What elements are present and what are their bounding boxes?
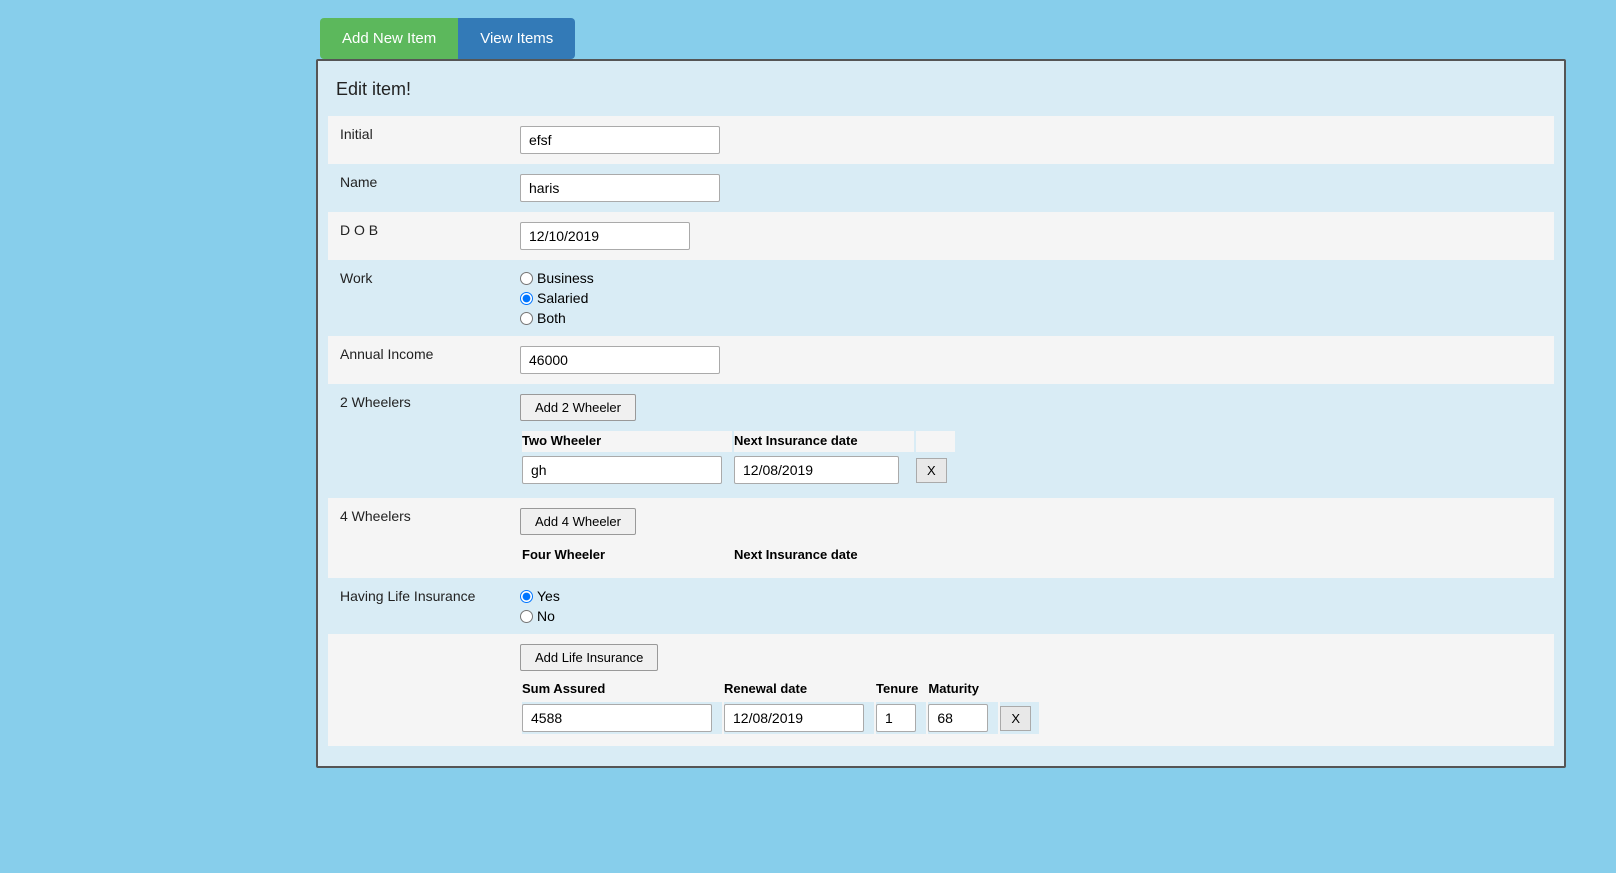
maturity-col-label: Maturity <box>928 679 998 700</box>
work-radio-both[interactable] <box>520 312 533 325</box>
renewal-date-input[interactable] <box>724 704 864 732</box>
add-two-wheeler-button[interactable]: Add 2 Wheeler <box>520 394 636 421</box>
work-option-salaried[interactable]: Salaried <box>520 290 1542 306</box>
initial-label: Initial <box>328 116 508 164</box>
tenure-col-label: Tenure <box>876 679 926 700</box>
life-ins-yes-option[interactable]: Yes <box>520 588 1542 604</box>
life-ins-label: Having Life Insurance <box>328 578 508 634</box>
name-input[interactable] <box>520 174 720 202</box>
add-four-wheeler-button[interactable]: Add 4 Wheeler <box>520 508 636 535</box>
remove-life-ins-button[interactable]: X <box>1000 706 1031 731</box>
life-ins-no-label: No <box>537 608 555 624</box>
sum-assured-col-label: Sum Assured <box>522 679 722 700</box>
life-ins-no-option[interactable]: No <box>520 608 1542 624</box>
two-wheeler-name-input[interactable] <box>522 456 722 484</box>
annual-income-input[interactable] <box>520 346 720 374</box>
next-ins-date-col-label: Next Insurance date <box>734 431 914 452</box>
tenure-input[interactable] <box>876 704 916 732</box>
dob-label: D O B <box>328 212 508 260</box>
four-wheeler-next-ins-label: Next Insurance date <box>734 545 914 566</box>
life-ins-yes-label: Yes <box>537 588 560 604</box>
two-wheeler-row: X <box>522 454 955 486</box>
four-wheeler-col-label: Four Wheeler <box>522 545 732 566</box>
life-ins-radio-yes[interactable] <box>520 590 533 603</box>
work-radio-business[interactable] <box>520 272 533 285</box>
initial-input[interactable] <box>520 126 720 154</box>
work-label: Work <box>328 260 508 336</box>
renewal-date-col-label: Renewal date <box>724 679 874 700</box>
work-salaried-label: Salaried <box>537 290 588 306</box>
work-option-business[interactable]: Business <box>520 270 1542 286</box>
remove-two-wheeler-button[interactable]: X <box>916 458 947 483</box>
four-wheelers-label: 4 Wheelers <box>328 498 508 578</box>
sum-assured-input[interactable] <box>522 704 712 732</box>
work-business-label: Business <box>537 270 594 286</box>
life-ins-radio-group: Yes No <box>520 588 1542 624</box>
life-ins-radio-no[interactable] <box>520 610 533 623</box>
two-wheelers-label: 2 Wheelers <box>328 384 508 498</box>
work-option-both[interactable]: Both <box>520 310 1542 326</box>
name-label: Name <box>328 164 508 212</box>
work-radio-group: Business Salaried Both <box>520 270 1542 326</box>
work-both-label: Both <box>537 310 566 326</box>
view-items-button[interactable]: View Items <box>458 18 575 59</box>
maturity-input[interactable] <box>928 704 988 732</box>
annual-income-label: Annual Income <box>328 336 508 384</box>
life-ins-row: X <box>522 702 1039 734</box>
two-wheeler-col-label: Two Wheeler <box>522 431 732 452</box>
add-life-insurance-button[interactable]: Add Life Insurance <box>520 644 658 671</box>
work-radio-salaried[interactable] <box>520 292 533 305</box>
panel-title: Edit item! <box>336 79 1554 100</box>
add-new-item-button[interactable]: Add New Item <box>320 18 458 59</box>
two-wheeler-ins-date-input[interactable] <box>734 456 899 484</box>
dob-input[interactable] <box>520 222 690 250</box>
